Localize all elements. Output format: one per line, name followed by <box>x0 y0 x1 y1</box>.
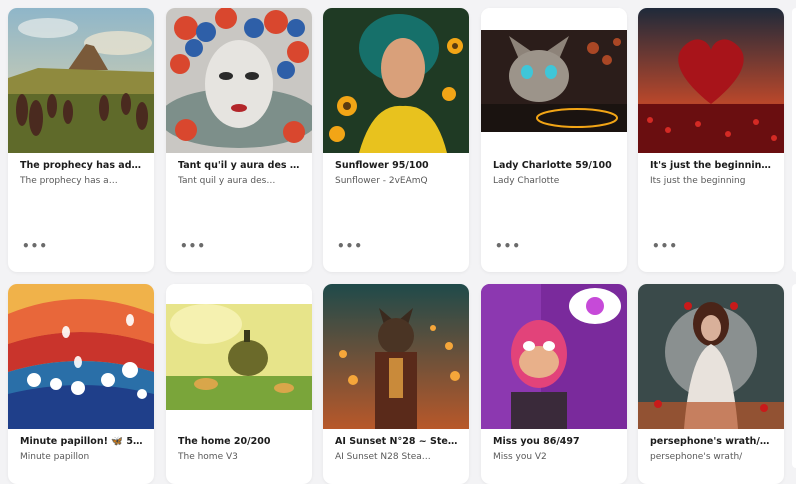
nft-card-sunflower[interactable]: Sunflower 95/100 Sunflower - 2vEAmQ ••• <box>323 8 469 272</box>
more-options-icon[interactable]: ••• <box>22 240 48 252</box>
card-title[interactable]: Lady Charlotte 59/100 <box>493 159 617 172</box>
steampunk-cat-image[interactable] <box>323 284 469 429</box>
more-options-icon[interactable]: ••• <box>337 240 363 252</box>
card-title[interactable]: The prophecy has advanced <box>20 159 144 172</box>
butterfly-landscape-image[interactable] <box>8 284 154 429</box>
nft-card-persephone[interactable]: persephone's wrath/after dark persephone… <box>638 284 784 484</box>
more-options-icon[interactable]: ••• <box>495 240 521 252</box>
card-subtitle: The home V3 <box>178 452 238 462</box>
card-title[interactable]: Sunflower 95/100 <box>335 159 459 172</box>
nft-card-miss-you[interactable]: Miss you 86/497 Miss you V2 <box>481 284 627 484</box>
dj-cat-image[interactable] <box>481 8 627 153</box>
card-title[interactable]: AI Sunset N°28 ~ Steampunk <box>335 435 459 448</box>
next-card-edge <box>792 284 796 468</box>
heart-sunset-image[interactable] <box>638 8 784 153</box>
card-subtitle: AI Sunset N28 Steampunk <box>335 452 435 462</box>
card-title[interactable]: It's just the beginning ❤️ 11/100 <box>650 159 774 172</box>
card-subtitle: persephone's wrath/ <box>650 452 743 462</box>
more-options-icon[interactable]: ••• <box>180 240 206 252</box>
nft-card-papillon[interactable]: Minute papillon! 🦋 59/222 Minute papillo… <box>8 284 154 484</box>
card-subtitle: Sunflower - 2vEAmQ <box>335 176 428 186</box>
more-options-icon[interactable]: ••• <box>652 240 678 252</box>
card-title[interactable]: persephone's wrath/after dark <box>650 435 774 448</box>
card-subtitle: Miss you V2 <box>493 452 547 462</box>
card-title[interactable]: Minute papillon! 🦋 59/222 <box>20 435 144 448</box>
nft-card-beginning[interactable]: It's just the beginning ❤️ 11/100 Its ju… <box>638 8 784 272</box>
card-subtitle: Minute papillon <box>20 452 90 462</box>
next-card-edge <box>792 8 796 272</box>
card-subtitle: Lady Charlotte <box>493 176 560 186</box>
card-subtitle: Tant quil y aura des fleurs <box>178 176 278 186</box>
nft-card-prophecy[interactable]: The prophecy has advanced The prophecy h… <box>8 8 154 272</box>
card-subtitle: Its just the beginning <box>650 176 746 186</box>
card-title[interactable]: Miss you 86/497 <box>493 435 617 448</box>
card-subtitle: The prophecy has advanced <box>20 176 120 186</box>
mossy-home-image[interactable] <box>166 284 312 429</box>
flower-face-image[interactable] <box>166 8 312 153</box>
pink-ape-image[interactable] <box>481 284 627 429</box>
prophecy-landscape-image[interactable] <box>8 8 154 153</box>
card-title[interactable]: Tant qu'il y aura des fleurs <box>178 159 302 172</box>
sunflower-woman-image[interactable] <box>323 8 469 153</box>
persephone-image[interactable] <box>638 284 784 429</box>
nft-card-ai-sunset[interactable]: AI Sunset N°28 ~ Steampunk AI Sunset N28… <box>323 284 469 484</box>
nft-card-home[interactable]: The home 20/200 The home V3 <box>166 284 312 484</box>
nft-card-fleurs[interactable]: Tant qu'il y aura des fleurs Tant quil y… <box>166 8 312 272</box>
card-title[interactable]: The home 20/200 <box>178 435 302 448</box>
nft-card-lady-charlotte[interactable]: Lady Charlotte 59/100 Lady Charlotte ••• <box>481 8 627 272</box>
